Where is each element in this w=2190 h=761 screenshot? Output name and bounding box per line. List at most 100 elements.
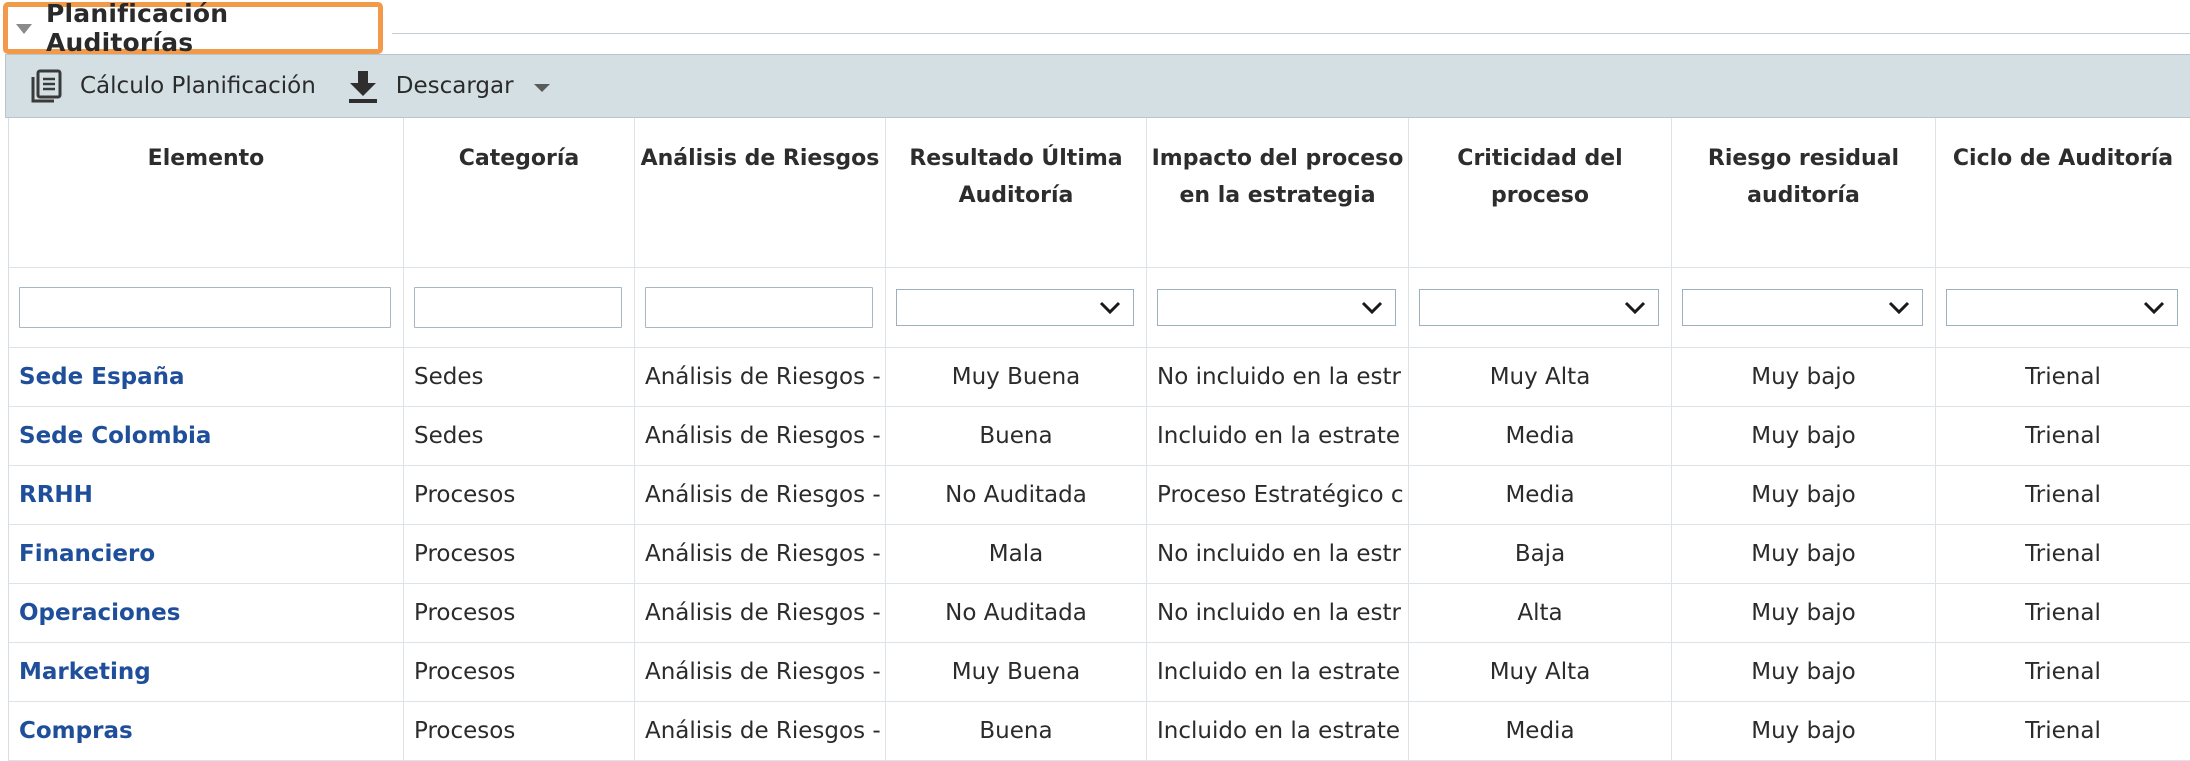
cell-analisis-riesgos: Análisis de Riesgos -	[635, 525, 886, 583]
audit-planning-grid: Elemento Categoría Análisis de Riesgos R…	[8, 118, 2190, 761]
cell-riesgo-residual: Muy bajo	[1672, 643, 1936, 701]
calculo-planificacion-button[interactable]: Cálculo Planificación	[28, 55, 316, 117]
filter-select-criticidad[interactable]	[1419, 289, 1659, 326]
cell-impacto: Proceso Estratégico c	[1147, 466, 1409, 524]
section-divider	[392, 33, 2190, 34]
table-row[interactable]: Compras Procesos Análisis de Riesgos - B…	[9, 702, 2190, 761]
filter-select-riesgo-residual[interactable]	[1682, 289, 1923, 326]
elemento-link[interactable]: Operaciones	[9, 584, 404, 642]
elemento-link[interactable]: Compras	[9, 702, 404, 760]
cell-analisis-riesgos: Análisis de Riesgos -	[635, 407, 886, 465]
chevron-down-icon	[1361, 301, 1383, 314]
table-row[interactable]: Financiero Procesos Análisis de Riesgos …	[9, 525, 2190, 584]
cell-criticidad: Alta	[1409, 584, 1672, 642]
cell-categoria: Sedes	[404, 348, 635, 406]
table-row[interactable]: Sede Colombia Sedes Análisis de Riesgos …	[9, 407, 2190, 466]
cell-analisis-riesgos: Análisis de Riesgos -	[635, 348, 886, 406]
descargar-label: Descargar	[395, 73, 514, 99]
column-header-categoria[interactable]: Categoría	[404, 118, 635, 267]
table-row[interactable]: RRHH Procesos Análisis de Riesgos - No A…	[9, 466, 2190, 525]
cell-riesgo-residual: Muy bajo	[1672, 466, 1936, 524]
cell-resultado: No Auditada	[886, 466, 1147, 524]
cell-impacto: No incluido en la estr	[1147, 348, 1409, 406]
cell-criticidad: Baja	[1409, 525, 1672, 583]
chevron-down-icon	[1888, 301, 1910, 314]
grid-filter-row	[9, 268, 2190, 348]
chevron-down-icon	[1099, 301, 1121, 314]
toolbar: Cálculo Planificación Descargar	[5, 54, 2190, 118]
filter-input-elemento[interactable]	[19, 287, 391, 328]
cell-riesgo-residual: Muy bajo	[1672, 584, 1936, 642]
cell-categoria: Sedes	[404, 407, 635, 465]
section-title: Planificación Auditorías	[46, 0, 229, 57]
cell-resultado: Muy Buena	[886, 348, 1147, 406]
cell-impacto: Incluido en la estrate	[1147, 643, 1409, 701]
filter-cell	[635, 268, 886, 347]
cell-riesgo-residual: Muy bajo	[1672, 702, 1936, 760]
table-row[interactable]: Sede España Sedes Análisis de Riesgos - …	[9, 348, 2190, 407]
column-header-resultado-ultima-auditoria[interactable]: Resultado Última Auditoría	[886, 118, 1147, 267]
elemento-link[interactable]: Sede Colombia	[9, 407, 404, 465]
filter-input-categoria[interactable]	[414, 287, 622, 328]
download-arrow-icon	[344, 67, 382, 105]
cell-resultado: Buena	[886, 702, 1147, 760]
calculo-planificacion-label: Cálculo Planificación	[80, 73, 316, 99]
grid-header-row: Elemento Categoría Análisis de Riesgos R…	[9, 118, 2190, 268]
cell-categoria: Procesos	[404, 466, 635, 524]
column-header-analisis-riesgos[interactable]: Análisis de Riesgos	[635, 118, 886, 267]
cell-categoria: Procesos	[404, 702, 635, 760]
section-header[interactable]: Planificación Auditorías	[3, 0, 383, 57]
table-row[interactable]: Operaciones Procesos Análisis de Riesgos…	[9, 584, 2190, 643]
filter-cell	[1936, 268, 2190, 347]
elemento-link[interactable]: Financiero	[9, 525, 404, 583]
cell-analisis-riesgos: Análisis de Riesgos -	[635, 702, 886, 760]
chevron-down-icon	[1624, 301, 1646, 314]
elemento-link[interactable]: RRHH	[9, 466, 404, 524]
cell-resultado: Muy Buena	[886, 643, 1147, 701]
cell-criticidad: Muy Alta	[1409, 348, 1672, 406]
filter-cell	[1147, 268, 1409, 347]
cell-ciclo: Trienal	[1936, 348, 2190, 406]
chevron-down-icon[interactable]	[533, 84, 550, 92]
filter-cell	[886, 268, 1147, 347]
cell-criticidad: Muy Alta	[1409, 643, 1672, 701]
descargar-button[interactable]: Descargar	[344, 55, 550, 117]
chevron-down-icon	[2143, 301, 2165, 314]
filter-cell	[404, 268, 635, 347]
cell-categoria: Procesos	[404, 525, 635, 583]
elemento-link[interactable]: Sede España	[9, 348, 404, 406]
filter-select-impacto[interactable]	[1157, 289, 1396, 326]
column-header-ciclo-auditoria[interactable]: Ciclo de Auditoría	[1936, 118, 2190, 267]
cell-criticidad: Media	[1409, 466, 1672, 524]
filter-select-ciclo[interactable]	[1946, 289, 2178, 326]
cell-ciclo: Trienal	[1936, 525, 2190, 583]
cell-ciclo: Trienal	[1936, 584, 2190, 642]
filter-cell	[1672, 268, 1936, 347]
cell-analisis-riesgos: Análisis de Riesgos -	[635, 643, 886, 701]
cell-resultado: No Auditada	[886, 584, 1147, 642]
column-header-riesgo-residual[interactable]: Riesgo residual auditoría	[1672, 118, 1936, 267]
document-list-icon	[28, 67, 66, 105]
filter-input-analisis-riesgos[interactable]	[645, 287, 873, 328]
cell-ciclo: Trienal	[1936, 702, 2190, 760]
elemento-link[interactable]: Marketing	[9, 643, 404, 701]
cell-ciclo: Trienal	[1936, 407, 2190, 465]
filter-cell	[1409, 268, 1672, 347]
column-header-elemento[interactable]: Elemento	[9, 118, 404, 267]
filter-select-resultado[interactable]	[896, 289, 1134, 326]
cell-ciclo: Trienal	[1936, 643, 2190, 701]
filter-cell	[9, 268, 404, 347]
cell-resultado: Mala	[886, 525, 1147, 583]
triangle-down-icon[interactable]	[16, 24, 32, 34]
cell-impacto: No incluido en la estr	[1147, 584, 1409, 642]
cell-impacto: Incluido en la estrate	[1147, 702, 1409, 760]
cell-analisis-riesgos: Análisis de Riesgos -	[635, 584, 886, 642]
column-header-impacto-proceso[interactable]: Impacto del proceso en la estrategia	[1147, 118, 1409, 267]
cell-impacto: No incluido en la estr	[1147, 525, 1409, 583]
cell-resultado: Buena	[886, 407, 1147, 465]
cell-categoria: Procesos	[404, 584, 635, 642]
column-header-criticidad-proceso[interactable]: Criticidad del proceso	[1409, 118, 1672, 267]
cell-analisis-riesgos: Análisis de Riesgos -	[635, 466, 886, 524]
cell-impacto: Incluido en la estrate	[1147, 407, 1409, 465]
table-row[interactable]: Marketing Procesos Análisis de Riesgos -…	[9, 643, 2190, 702]
